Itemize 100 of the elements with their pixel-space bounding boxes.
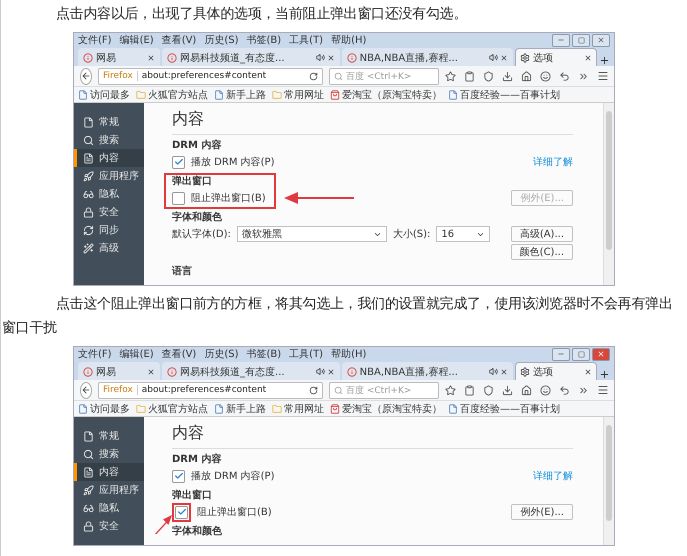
download-icon[interactable] xyxy=(502,384,513,396)
minimize-button[interactable] xyxy=(552,348,570,360)
sidebar-item[interactable]: 隐私 xyxy=(74,499,144,517)
bookmark-item[interactable]: 爱淘宝（原淘宝特卖） xyxy=(330,88,442,102)
checkbox-label: 阻止弹出窗口(B) xyxy=(191,192,266,205)
reload-icon[interactable] xyxy=(309,386,318,394)
bookmark-item[interactable]: 常用网址 xyxy=(272,88,324,102)
maximize-button[interactable] xyxy=(572,348,590,360)
size-dropdown[interactable]: 16 xyxy=(436,226,490,242)
browser-tab[interactable]: 网易科技频道_有态度... xyxy=(162,362,340,380)
new-tab-icon[interactable] xyxy=(599,369,610,380)
checkbox[interactable] xyxy=(175,506,188,518)
close-button[interactable] xyxy=(592,348,610,360)
overflow-icon[interactable] xyxy=(578,384,589,396)
menu-item[interactable]: 历史(S) xyxy=(204,33,238,47)
download-icon[interactable] xyxy=(502,70,513,82)
sidebar-item[interactable]: 安全 xyxy=(74,203,144,221)
learn-more-link[interactable]: 详细了解 xyxy=(533,155,573,169)
browser-tab[interactable]: NBA,NBA直播,赛程... xyxy=(342,48,513,66)
back-button[interactable] xyxy=(80,68,92,84)
bookmark-item[interactable]: 新手上路 xyxy=(214,402,266,416)
menu-item[interactable]: 编辑(E) xyxy=(120,347,154,361)
undo-icon[interactable] xyxy=(559,384,570,396)
overflow-icon[interactable] xyxy=(578,70,589,82)
address-field[interactable]: Firefox about:preferences#content xyxy=(98,68,323,84)
bookmark-item[interactable]: 火狐官方站点 xyxy=(136,402,208,416)
menu-item[interactable]: 工具(T) xyxy=(289,347,324,361)
menu-item[interactable]: 帮助(H) xyxy=(331,347,366,361)
sidebar-item[interactable]: 隐私 xyxy=(74,185,144,203)
browser-tab[interactable]: 网易科技频道_有态度... xyxy=(162,48,340,66)
menu-item[interactable]: 查看(V) xyxy=(162,347,196,361)
browser-tab[interactable]: NBA,NBA直播,赛程... xyxy=(342,362,513,380)
bookmark-item[interactable]: 爱淘宝（原淘宝特卖） xyxy=(330,402,442,416)
settings-button[interactable]: 例外(E)... xyxy=(511,504,573,520)
sidebar-item[interactable]: 常规 xyxy=(74,113,144,131)
sidebar-item[interactable]: 安全 xyxy=(74,517,144,535)
browser-tab[interactable]: 选项 xyxy=(514,48,597,66)
close-icon[interactable] xyxy=(500,54,508,62)
address-field[interactable]: Firefox about:preferences#content xyxy=(98,382,323,398)
smiley-icon[interactable] xyxy=(540,384,551,396)
sidebar-item[interactable]: 搜索 xyxy=(74,445,144,463)
close-icon[interactable] xyxy=(584,54,592,62)
bookmark-icon[interactable] xyxy=(445,70,456,82)
checkbox[interactable] xyxy=(172,156,185,168)
bookmark-item[interactable]: 访问最多 xyxy=(78,402,130,416)
back-button[interactable] xyxy=(80,382,92,398)
bookmark-icon[interactable] xyxy=(445,384,456,396)
browser-tab[interactable]: 选项 xyxy=(514,362,597,380)
sidebar-item[interactable]: 应用程序 xyxy=(74,481,144,499)
close-icon[interactable] xyxy=(147,54,156,62)
reload-icon[interactable] xyxy=(309,72,318,80)
new-tab-icon[interactable] xyxy=(599,55,610,66)
bookmark-item[interactable]: 常用网址 xyxy=(272,402,324,416)
browser-tab[interactable]: 网易 xyxy=(78,362,160,380)
font-dropdown[interactable]: 微软雅黑 xyxy=(236,226,387,242)
maximize-button[interactable] xyxy=(572,34,590,46)
menu-item[interactable]: 编辑(E) xyxy=(120,33,154,47)
sidebar-item[interactable]: 搜索 xyxy=(74,131,144,149)
scrollbar[interactable] xyxy=(603,417,614,545)
close-icon[interactable] xyxy=(326,54,335,62)
menu-item[interactable]: 文件(F) xyxy=(78,33,112,47)
learn-more-link[interactable]: 详细了解 xyxy=(533,469,573,483)
close-icon[interactable] xyxy=(326,368,335,376)
menu-item[interactable]: 工具(T) xyxy=(289,33,324,47)
shield-icon[interactable] xyxy=(483,384,494,396)
menu-icon[interactable] xyxy=(597,384,609,396)
shield-icon[interactable] xyxy=(483,70,494,82)
settings-button[interactable]: 颜色(C)... xyxy=(510,244,573,260)
bookmark-item[interactable]: 火狐官方站点 xyxy=(136,88,208,102)
sidebar-item[interactable]: 同步 xyxy=(74,221,144,239)
menu-item[interactable]: 文件(F) xyxy=(78,347,112,361)
menu-icon[interactable] xyxy=(597,70,609,82)
sidebar-item[interactable]: 内容 xyxy=(74,149,144,167)
close-icon[interactable] xyxy=(584,368,592,376)
menu-item[interactable]: 历史(S) xyxy=(204,347,238,361)
close-icon[interactable] xyxy=(500,368,508,376)
minimize-button[interactable] xyxy=(552,34,570,46)
smiley-icon[interactable] xyxy=(540,70,551,82)
sidebar-item[interactable]: 常规 xyxy=(74,427,144,445)
menu-item[interactable]: 书签(B) xyxy=(246,33,282,47)
undo-icon[interactable] xyxy=(559,70,570,82)
home-icon[interactable] xyxy=(521,384,532,396)
sidebar-item[interactable]: 高级 xyxy=(74,239,144,257)
bookmark-item[interactable]: 访问最多 xyxy=(78,88,130,102)
close-icon[interactable] xyxy=(147,368,156,376)
menu-item[interactable]: 帮助(H) xyxy=(331,33,366,47)
settings-button[interactable]: 高级(A)... xyxy=(510,226,573,242)
clipboard-icon[interactable] xyxy=(464,384,475,396)
sidebar-item[interactable]: 应用程序 xyxy=(74,167,144,185)
bookmark-item[interactable]: 百度经验——百事计划 xyxy=(448,88,560,102)
bookmark-item[interactable]: 新手上路 xyxy=(214,88,266,102)
home-icon[interactable] xyxy=(521,70,532,82)
menu-item[interactable]: 书签(B) xyxy=(246,347,282,361)
checkbox[interactable] xyxy=(172,470,185,482)
bookmark-item[interactable]: 百度经验——百事计划 xyxy=(448,402,560,416)
scrollbar[interactable] xyxy=(603,103,614,285)
browser-tab[interactable]: 网易 xyxy=(78,48,160,66)
menu-item[interactable]: 查看(V) xyxy=(162,33,196,47)
clipboard-icon[interactable] xyxy=(464,70,475,82)
sidebar-item[interactable]: 内容 xyxy=(74,463,144,481)
